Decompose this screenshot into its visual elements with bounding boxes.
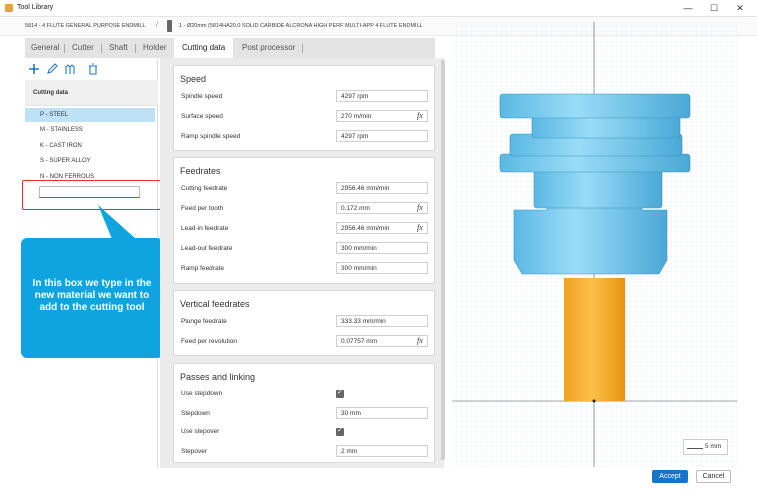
use-stepdown-label: Use stepdown [181,390,223,397]
stepover-label: Stepover [181,448,208,455]
formula-icon[interactable]: fx [417,223,423,232]
tab-shaft[interactable]: Shaft [109,38,128,58]
tab-bar: General Cutter Shaft Holder Cutting data… [25,38,435,58]
tab-post-processor[interactable]: Post processor [242,38,295,58]
stepdown-label: Stepdown [181,410,210,417]
tool-thumbnail-icon [167,20,172,32]
use-stepover-label: Use stepover [181,428,220,435]
spindle-speed-field[interactable]: 4297 rpm [336,90,428,102]
annotation-text: In this box we type in the new material … [32,278,152,313]
origin-point [592,399,596,403]
plunge-feedrate-field[interactable]: 333.33 mm/min [336,315,428,327]
feedrates-section: Feedrates Cutting feedrate 2956.46 mm/mi… [173,157,435,284]
feed-per-revolution-field[interactable]: 0.07757 mm [336,335,428,347]
cancel-button[interactable]: Cancel [696,470,731,483]
section-title: Passes and linking [180,372,256,382]
material-item-cast-iron[interactable]: K - CAST IRON [25,139,155,153]
section-title: Speed [180,74,207,84]
edit-icon[interactable] [45,62,59,76]
scale-indicator: 5 mm [683,439,728,455]
spindle-speed-label: Spindle speed [181,93,223,100]
leadin-feedrate-label: Lead-in feedrate [181,225,229,232]
list-header: Cutting data [25,80,158,106]
surface-speed-label: Surface speed [181,113,223,120]
feed-per-tooth-field[interactable]: 0.172 mm [336,202,428,214]
ramp-spindle-speed-field[interactable]: 4297 rpm [336,130,428,142]
title-bar: Tool Library — ☐ ✕ [0,0,757,17]
leadout-feedrate-field[interactable]: 300 mm/min [336,242,428,254]
tool-3d-preview[interactable] [452,22,737,467]
window-title: Tool Library [17,4,54,11]
cutting-data-form: Speed Spindle speed 4297 rpm Surface spe… [160,58,444,468]
scale-label: 5 mm [705,443,722,450]
surface-speed-field[interactable]: 270 m/min [336,110,428,122]
plunge-feedrate-label: Plunge feedrate [181,318,227,325]
ramp-spindle-speed-label: Ramp spindle speed [181,133,241,140]
breadcrumb-separator: / [156,22,158,29]
use-stepdown-checkbox[interactable] [336,388,344,398]
tab-cutting-data[interactable]: Cutting data [174,38,234,58]
speed-section: Speed Spindle speed 4297 rpm Surface spe… [173,65,435,151]
list-toolbar [25,58,158,80]
tab-separator [135,44,136,53]
formula-icon[interactable]: fx [417,111,423,120]
list-header-label: Cutting data [33,90,68,96]
formula-icon[interactable]: fx [417,203,423,212]
accept-button[interactable]: Accept [652,470,688,483]
form-scrollbar[interactable] [441,60,445,460]
feed-per-tooth-label: Feed per tooth [181,205,224,212]
tab-separator [101,44,102,53]
delete-icon[interactable] [86,62,100,76]
scale-bar-icon [687,444,703,449]
ramp-feedrate-field[interactable]: 300 mm/min [336,262,428,274]
breadcrumb-library[interactable]: 5814 - 4 FLUTE GENERAL PURPOSE ENDMILL [25,23,146,29]
leadin-feedrate-field[interactable]: 2956.46 mm/min [336,222,428,234]
passes-linking-section: Passes and linking Use stepdown Stepdown… [173,363,435,463]
cutting-feedrate-label: Cutting feedrate [181,185,228,192]
tab-holder[interactable]: Holder [143,38,167,58]
add-icon[interactable] [27,62,41,76]
close-button[interactable]: ✕ [729,1,751,15]
stepdown-field[interactable]: 30 mm [336,407,428,419]
annotation-highlight-box [22,180,161,210]
annotation-callout: In this box we type in the new material … [21,238,163,358]
section-title: Vertical feedrates [180,299,250,309]
section-title: Feedrates [180,166,221,176]
minimize-button[interactable]: — [677,1,699,15]
cutting-feedrate-field[interactable]: 2956.46 mm/min [336,182,428,194]
tab-separator [64,44,65,53]
formula-icon[interactable]: fx [417,336,423,345]
material-item-stainless[interactable]: M - STAINLESS [25,123,155,137]
use-stepover-checkbox[interactable] [336,426,344,436]
tab-general[interactable]: General [31,38,59,58]
leadout-feedrate-label: Lead-out feedrate [181,245,233,252]
breadcrumb-tool[interactable]: 1 - Ø20mm (5814HA20.0 SOLID CARBIDE ALCR… [179,23,423,29]
material-item-super-alloy[interactable]: S - SUPER ALLOY [25,154,155,168]
material-item-steel[interactable]: P - STEEL [25,108,155,122]
stepover-field[interactable]: 2 mm [336,445,428,457]
ramp-feedrate-label: Ramp feedrate [181,265,224,272]
cutter-body [564,278,625,401]
feed-per-revolution-label: Feed per revolution [181,338,238,345]
maximize-button[interactable]: ☐ [703,1,725,15]
vertical-feedrates-section: Vertical feedrates Plunge feedrate 333.3… [173,290,435,356]
tab-cutter[interactable]: Cutter [72,38,94,58]
app-icon [5,4,13,12]
tab-separator [302,44,303,53]
copy-icon[interactable] [63,62,77,76]
